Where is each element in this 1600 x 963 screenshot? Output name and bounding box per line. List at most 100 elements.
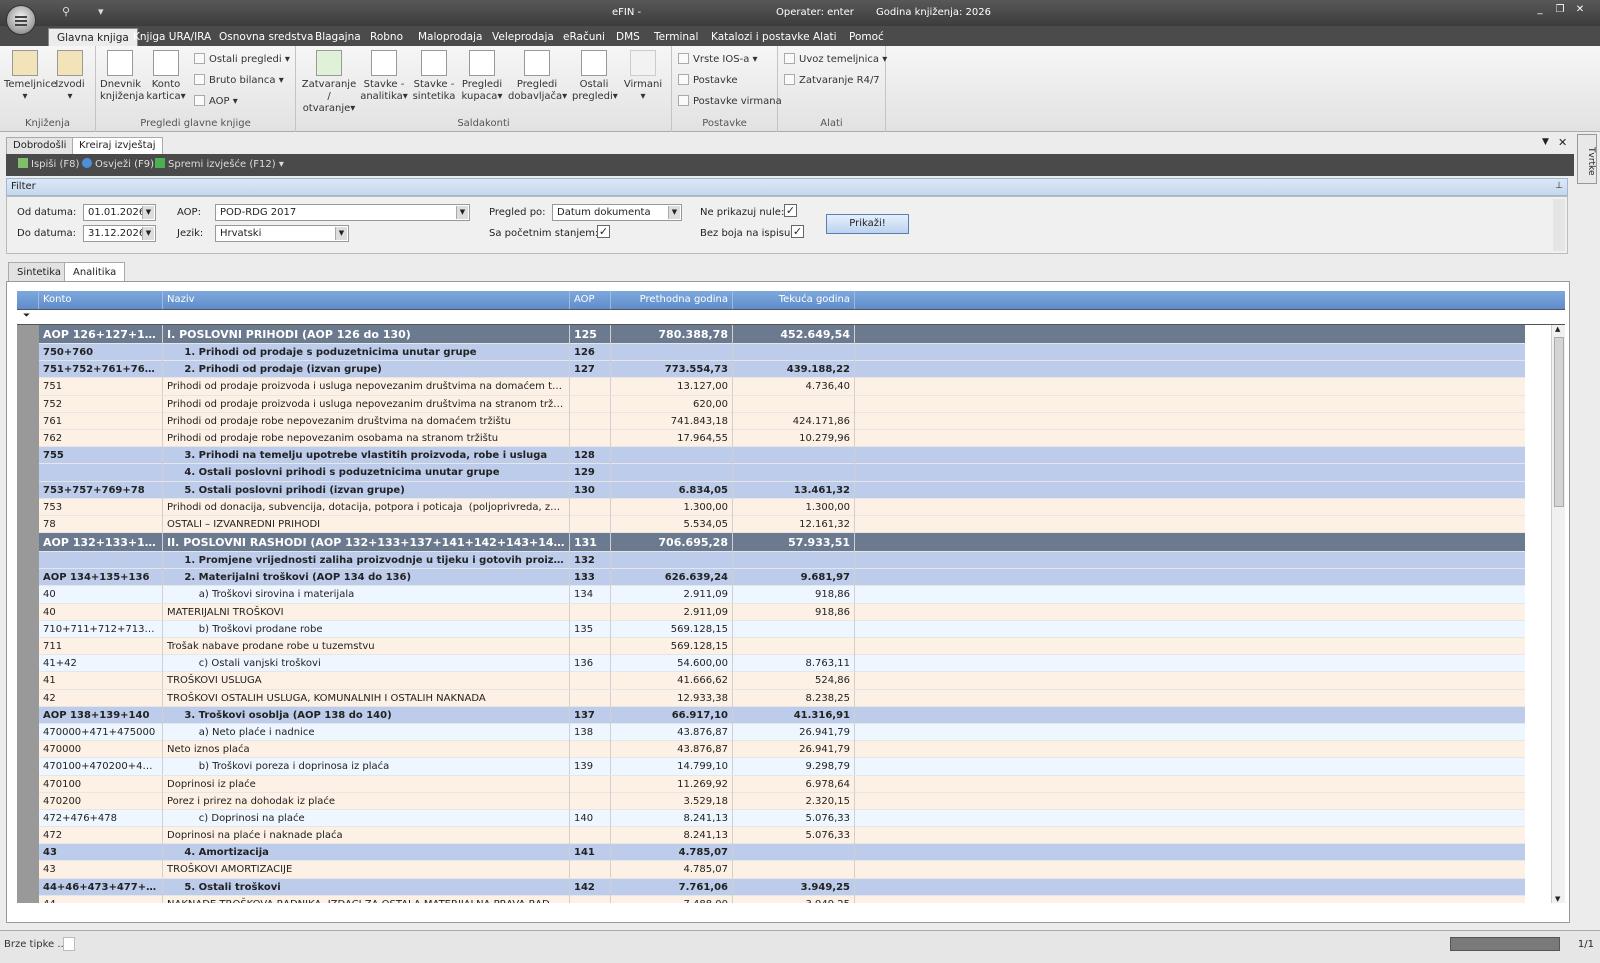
table-row[interactable]: 751 Prihodi od prodaje proizvoda i usluga… xyxy=(39,378,1525,396)
column-header-prethodna[interactable]: Prethodna godina xyxy=(611,291,733,309)
table-row[interactable]: 711 Trošak nabave prodane robe u tuzemstv… xyxy=(39,638,1525,656)
save-report-button[interactable]: Spremi izvješće (F12) ▾ xyxy=(155,158,284,170)
filter-scrollbar[interactable] xyxy=(1553,199,1565,251)
calendar-dropdown-icon[interactable]: ▼ xyxy=(142,227,154,240)
pregled-po-select[interactable]: Datum dokumenta ▼ xyxy=(552,204,682,221)
column-header-naziv[interactable]: Naziv xyxy=(163,291,570,309)
scroll-down-icon[interactable]: ▼ xyxy=(1555,895,1560,903)
application-menu-orb[interactable] xyxy=(6,5,36,35)
table-row[interactable]: AOP 134+135+136 2. Materijalni troškovi … xyxy=(39,569,1525,587)
tab-pomoc[interactable]: Pomoć xyxy=(841,28,892,46)
pregledi-kupaca-button[interactable]: Pregledi kupaca▾ xyxy=(460,50,504,103)
table-row[interactable]: 710+711+712+713+715 b) Troškovi prodane … xyxy=(39,620,1525,638)
table-row[interactable]: 78 OSTALI – IZVANREDNI PRIHODI 5.534,05 12.… xyxy=(39,515,1525,534)
close-tab-icon[interactable]: ✕ xyxy=(1558,136,1567,149)
column-header-konto[interactable]: Konto xyxy=(39,291,163,309)
ne-prikazuj-nule-checkbox[interactable]: ✓ xyxy=(784,204,797,217)
table-row[interactable]: 470000+471+475000 a) Neto plaće i nadnic… xyxy=(39,723,1525,742)
uvoz-temeljnica-button[interactable]: Uvoz temeljnica ▾ xyxy=(784,52,887,68)
jezik-select[interactable]: Hrvatski ▼ xyxy=(215,225,349,242)
column-header-tekuca[interactable]: Tekuća godina xyxy=(733,291,855,309)
restore-button[interactable]: ❐ xyxy=(1552,4,1568,16)
pin-icon[interactable]: ⊥ xyxy=(1555,181,1563,191)
table-row[interactable]: 42 TROŠKOVI OSTALIH USLUGA, KOMUNALNIH I … xyxy=(39,689,1525,707)
table-row[interactable]: 44NAKNADE TROŠKOVA RADNIKA, IZDACI ZA OS… xyxy=(39,895,1525,903)
dnevnik-button[interactable]: Dnevnik knjiženja xyxy=(100,50,144,103)
table-row[interactable]: AOP 132+133+137+...II. POSLOVNI RASHODI … xyxy=(39,533,1525,553)
table-row[interactable]: 751+752+761+762+763 2. Prihodi od prodaj… xyxy=(39,361,1525,379)
table-row[interactable]: 472 Doprinosi na plaće i naknade plaća 8.2… xyxy=(39,827,1525,845)
table-row[interactable]: AOP 126+127+128+...I. POSLOVNI PRIHODI (… xyxy=(39,325,1525,344)
close-button[interactable]: ✕ xyxy=(1572,4,1588,16)
tab-dobrodosli[interactable]: Dobrodošli xyxy=(6,137,74,154)
tab-osnovna-sredstva[interactable]: Osnovna sredstva xyxy=(211,28,321,46)
tab-katalozi[interactable]: Katalozi i postavke xyxy=(703,28,818,46)
tab-kreiraj-izvjestaj[interactable]: Kreiraj izvještaj xyxy=(72,137,163,154)
table-row[interactable]: 470000 Neto iznos plaća 43.876,87 26.941,79 xyxy=(39,741,1525,759)
stavke-analitika-button[interactable]: Stavke - analitika▾ xyxy=(360,50,408,103)
table-row[interactable]: 762 Prihodi od prodaje robe nepovezanim o… xyxy=(39,429,1525,448)
table-row[interactable]: 1. Promjene vrijednosti zaliha proizvodn… xyxy=(39,552,1525,570)
table-row[interactable]: 4. Ostali poslovni prihodi s poduzetnici… xyxy=(39,464,1525,482)
postavke-button[interactable]: Postavke xyxy=(678,73,738,89)
tab-list-dropdown-icon[interactable]: ▼ xyxy=(1542,137,1549,147)
table-row[interactable]: 753 Prihodi od donacija, subvencija, dota… xyxy=(39,498,1525,516)
aop-button[interactable]: AOP ▾ xyxy=(194,94,238,110)
table-row[interactable]: 41 TROŠKOVI USLUGA 41.666,62 524,86 xyxy=(39,672,1525,690)
table-row[interactable]: 755 3. Prihodi na temelju upotrebe vlast… xyxy=(39,447,1525,465)
pregledi-dobavljaca-button[interactable]: Pregledi dobavljača▾ xyxy=(508,50,567,103)
zatvaranje-r47-button[interactable]: Zatvaranje R4/7 xyxy=(784,73,880,89)
refresh-button[interactable]: Osvježi (F9) xyxy=(82,158,154,170)
tab-sintetika[interactable]: Sintetika xyxy=(8,262,70,282)
table-row[interactable]: 41+42 c) Ostali vanjski troškovi 136 54.60… xyxy=(39,655,1525,673)
show-button[interactable]: Prikaži! xyxy=(826,214,909,234)
tab-dms[interactable]: DMS xyxy=(608,28,648,46)
stavke-sintetika-button[interactable]: Stavke - sintetika xyxy=(412,50,456,103)
od-datuma-field[interactable]: 01.01.2026 ▼ xyxy=(83,204,156,221)
tab-knjiga-ura-ira[interactable]: Knjiga URA/IRA xyxy=(125,28,219,46)
quick-access-pin-icon[interactable]: ⚲ xyxy=(62,5,70,18)
tab-maloprodaja[interactable]: Maloprodaja xyxy=(410,28,490,46)
grid-filter-row[interactable]: ⏷ xyxy=(17,309,1565,325)
table-row[interactable]: AOP 138+139+140 3. Troškovi osoblja (AOP… xyxy=(39,706,1525,724)
print-button[interactable]: Ispiši (F8) xyxy=(18,158,79,170)
table-row[interactable]: 470200 Porez i prirez na dohodak iz plaće… xyxy=(39,792,1525,810)
table-row[interactable]: 470100 Doprinosi iz plaće 11.269,92 6.978,6… xyxy=(39,775,1525,793)
scroll-thumb[interactable] xyxy=(1554,337,1564,507)
table-row[interactable]: 40 MATERIJALNI TROŠKOVI 2.911,09 918,86 xyxy=(39,603,1525,621)
postavke-virmana-button[interactable]: Postavke virmana xyxy=(678,94,782,110)
aop-select[interactable]: POD-RDG 2017 ▼ xyxy=(215,204,470,221)
table-row[interactable]: 43 4. Amortizacija 141 4.785,07 xyxy=(39,844,1525,862)
tab-terminal[interactable]: Terminal xyxy=(646,28,706,46)
ostali-pregledi-button[interactable]: Ostali pregledi ▾ xyxy=(194,52,290,68)
tab-robno[interactable]: Robno xyxy=(362,28,411,46)
minimize-button[interactable]: _ xyxy=(1532,4,1548,16)
chevron-down-icon[interactable]: ▼ xyxy=(335,227,347,240)
table-row[interactable]: 761 Prihodi od prodaje robe nepovezanim d… xyxy=(39,412,1525,430)
virmani-button[interactable]: Virmani ▾ xyxy=(622,50,664,103)
do-datuma-field[interactable]: 31.12.2026 ▼ xyxy=(83,225,156,242)
table-row[interactable]: 753+757+769+78 5. Ostali poslovni prihod… xyxy=(39,481,1525,499)
filter-icon[interactable]: ⏷ xyxy=(23,311,30,321)
tab-alati[interactable]: Alati xyxy=(805,28,845,46)
table-row[interactable]: 752 Prihodi od prodaje proizvoda i usluga… xyxy=(39,395,1525,413)
konto-kartica-button[interactable]: Konto kartica▾ xyxy=(146,50,186,103)
ostali-pregledi-saldakonti-button[interactable]: Ostali pregledi▾ xyxy=(572,50,618,103)
tvrtke-side-tab[interactable]: Tvrtke xyxy=(1577,134,1597,184)
quick-keys-input[interactable] xyxy=(63,937,75,951)
scroll-up-icon[interactable]: ▲ xyxy=(1555,325,1560,333)
tab-analitika[interactable]: Analitika xyxy=(64,262,126,282)
table-row[interactable]: 43 TROŠKOVI AMORTIZACIJE 4.785,07 xyxy=(39,861,1525,879)
grid-vertical-scrollbar[interactable]: ▲ ▼ xyxy=(1551,325,1565,903)
chevron-down-icon[interactable]: ▼ xyxy=(668,206,680,219)
table-row[interactable]: 40 a) Troškovi sirovina i materijala 134 2… xyxy=(39,586,1525,604)
izvodi-button[interactable]: Izvodi ▾ xyxy=(52,50,88,103)
tab-veleprodaja[interactable]: Veleprodaja xyxy=(484,28,562,46)
bruto-bilanca-button[interactable]: Bruto bilanca ▾ xyxy=(194,73,284,89)
table-row[interactable]: 44+46+473+477+479+... 5. Ostali troškovi… xyxy=(39,878,1525,896)
tab-blagajna[interactable]: Blagajna xyxy=(307,28,369,46)
chevron-down-icon[interactable]: ▼ xyxy=(456,206,468,219)
vrste-ios-button[interactable]: Vrste IOS-a ▾ xyxy=(678,52,758,68)
zatvaranje-button[interactable]: Zatvaranje / otvaranje▾ xyxy=(300,50,358,115)
calendar-dropdown-icon[interactable]: ▼ xyxy=(142,206,154,219)
